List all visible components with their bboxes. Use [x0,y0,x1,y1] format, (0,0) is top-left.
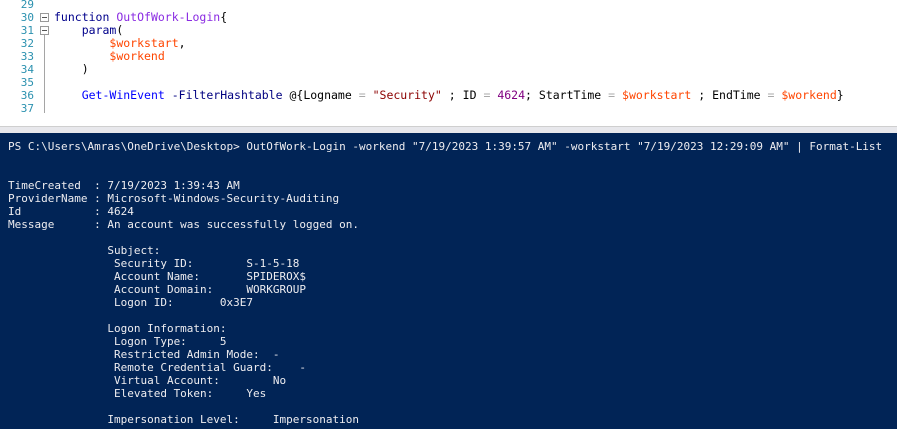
console-output-line: Logon ID: 0x3E7 [8,296,254,309]
line-number: 30 [20,11,34,24]
open-brace: { [220,10,228,24]
line-number: 35 [20,76,34,89]
equals-sign: = [358,88,366,102]
key-endtime: EndTime [712,88,761,102]
comma: , [178,36,186,50]
console-output-line: Remote Credential Guard: - [8,361,307,374]
hashtable-close: } [836,88,844,102]
separator: ; [698,88,706,102]
key-starttime: StartTime [538,88,602,102]
cmdlet-get-winevent: Get-WinEvent [81,88,165,102]
console-output-line: Subject: [8,244,161,257]
console-pane[interactable]: PS C:\Users\Amras\OneDrive\Desktop> OutO… [0,133,897,429]
console-output-line: Logon Information: [8,322,227,335]
equals-sign: = [767,88,775,102]
line-number: 29 [20,0,34,11]
line-number: 34 [20,63,34,76]
console-output-line: Message : An account was successfully lo… [8,218,359,231]
console-output-line: Virtual Account: No [8,374,287,387]
hashtable-open: @{ [289,88,304,102]
keyword-function: function [54,10,110,24]
pane-splitter[interactable] [0,126,897,133]
keyword-param: param [81,23,117,37]
console-output-line: Impersonation Level: Impersonation [8,413,359,426]
console-output-line: Id : 4624 [8,205,134,218]
console-output-line: Security ID: S-1-5-18 [8,257,300,270]
number-4624: 4624 [497,88,526,102]
variable-workstart-ref: $workstart [622,88,692,102]
console-output-line: Logon Type: 5 [8,335,227,348]
key-logname: Logname [303,88,352,102]
console-prompt-line: PS C:\Users\Amras\OneDrive\Desktop> OutO… [8,140,883,153]
line-number: 33 [20,50,34,63]
key-id: ID [462,88,477,102]
string-security: "Security" [372,88,442,102]
separator: ; [525,88,532,102]
console-output-line: Restricted Admin Mode: - [8,348,280,361]
console-output-line: Elevated Token: Yes [8,387,267,400]
line-number-gutter: 29 30 31 32 33 34 35 36 37 [0,0,52,126]
code-line-36[interactable]: Get-WinEvent -FilterHashtable @{Logname … [54,89,844,102]
console-output-line: Account Name: SPIDEROX$ [8,270,307,283]
console-output-line: Account Domain: WORKGROUP [8,283,307,296]
function-name: OutOfWork-Login [116,10,221,24]
line-number: 36 [20,89,34,102]
open-paren: ( [116,23,124,37]
console-output-line: TimeCreated : 7/19/2023 1:39:43 AM [8,179,240,192]
equals-sign: = [608,88,616,102]
line-number: 37 [20,102,34,115]
equals-sign: = [483,88,491,102]
line-number: 31 [20,24,34,37]
variable-workend-ref: $workend [781,88,837,102]
parameter-filterhashtable: -FilterHashtable [171,88,283,102]
variable-workend: $workend [109,49,165,63]
line-number: 32 [20,37,34,50]
code-line-34[interactable]: ) [54,63,89,76]
fold-guide-line [44,35,45,113]
close-paren: ) [81,62,89,76]
collapse-function-icon[interactable] [40,13,49,22]
variable-workstart: $workstart [109,36,179,50]
collapse-param-icon[interactable] [40,26,49,35]
script-editor-pane[interactable]: 29 30 31 32 33 34 35 36 37 function OutO… [0,0,897,126]
separator: ; [448,88,456,102]
console-output-line: ProviderName : Microsoft-Windows-Securit… [8,192,340,205]
